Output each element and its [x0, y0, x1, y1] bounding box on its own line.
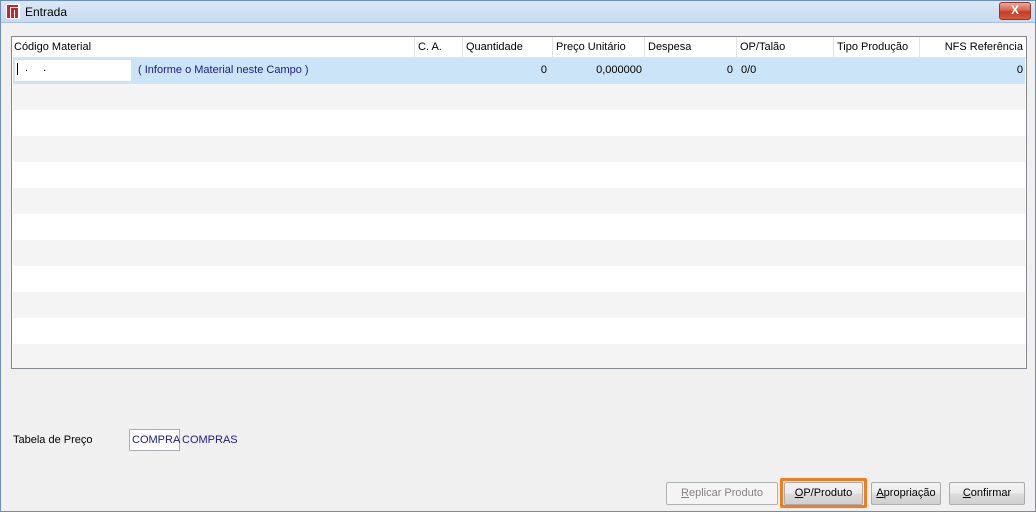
- cell-nfs-referencia[interactable]: 0: [921, 58, 1023, 84]
- column-header-quantidade[interactable]: Quantidade: [464, 37, 553, 58]
- confirmar-button[interactable]: Confirmar: [949, 482, 1025, 505]
- replicar-produto-button[interactable]: Replicar Produto: [666, 482, 778, 505]
- replicar-mnemonic: R: [681, 487, 689, 499]
- tabela-preco-description: COMPRAS: [182, 434, 238, 446]
- tabela-preco-input[interactable]: COMPRA: [129, 429, 180, 451]
- table-row[interactable]: [13, 110, 1025, 136]
- apropriacao-label: propriação: [883, 487, 936, 499]
- apropriacao-button[interactable]: Apropriação: [871, 482, 941, 505]
- table-row[interactable]: [13, 84, 1025, 110]
- apropriacao-mnemonic: A: [876, 487, 884, 499]
- items-grid[interactable]: Código Material C. A. Quantidade Preço U…: [11, 36, 1027, 369]
- cell-op-talao[interactable]: 0/0: [741, 58, 831, 84]
- table-row[interactable]: . . ( Informe o Material neste Campo ) 0…: [13, 58, 1025, 84]
- column-header-op-talao[interactable]: OP/Talão: [738, 37, 834, 58]
- confirmar-mnemonic: C: [962, 487, 971, 499]
- cell-despesa[interactable]: 0: [646, 58, 733, 84]
- close-button[interactable]: X: [999, 2, 1031, 20]
- table-row[interactable]: [13, 188, 1025, 214]
- cell-tipo-producao[interactable]: [836, 58, 921, 84]
- cell-quantidade[interactable]: 0: [464, 58, 547, 84]
- column-header-nfs-referencia[interactable]: NFS Referência: [921, 37, 1026, 58]
- material-description: ( Informe o Material neste Campo ): [138, 64, 309, 76]
- column-header-preco-unitario[interactable]: Preço Unitário: [554, 37, 645, 58]
- text-caret: [17, 63, 18, 75]
- title-bar[interactable]: Entrada X: [1, 1, 1035, 23]
- table-row[interactable]: [13, 344, 1025, 368]
- column-header-despesa[interactable]: Despesa: [646, 37, 737, 58]
- close-icon: X: [1010, 3, 1019, 17]
- tabela-preco-label: Tabela de Preço: [13, 434, 93, 446]
- op-produto-highlight: [780, 478, 867, 508]
- app-logo-icon: [6, 4, 20, 19]
- table-row[interactable]: [13, 318, 1025, 344]
- column-header-tipo-producao[interactable]: Tipo Produção: [835, 37, 920, 58]
- column-header-ca[interactable]: C. A.: [416, 37, 463, 58]
- table-row[interactable]: [13, 136, 1025, 162]
- table-row[interactable]: [13, 240, 1025, 266]
- column-header-codigo-material[interactable]: Código Material: [12, 37, 415, 58]
- replicar-label: eplicar Produto: [688, 487, 763, 499]
- cell-preco-unitario[interactable]: 0,000000: [554, 58, 642, 84]
- table-row[interactable]: [13, 162, 1025, 188]
- confirmar-label: onfirmar: [970, 487, 1012, 499]
- material-code-input[interactable]: . .: [14, 59, 132, 82]
- table-row[interactable]: [13, 214, 1025, 240]
- window-title: Entrada: [25, 5, 68, 19]
- grid-header: Código Material C. A. Quantidade Preço U…: [12, 37, 1026, 58]
- table-row[interactable]: [13, 292, 1025, 318]
- material-code-value: . .: [25, 62, 53, 74]
- entrada-window: Entrada X Código Material C. A. Quantida…: [0, 0, 1036, 512]
- table-row[interactable]: [13, 266, 1025, 292]
